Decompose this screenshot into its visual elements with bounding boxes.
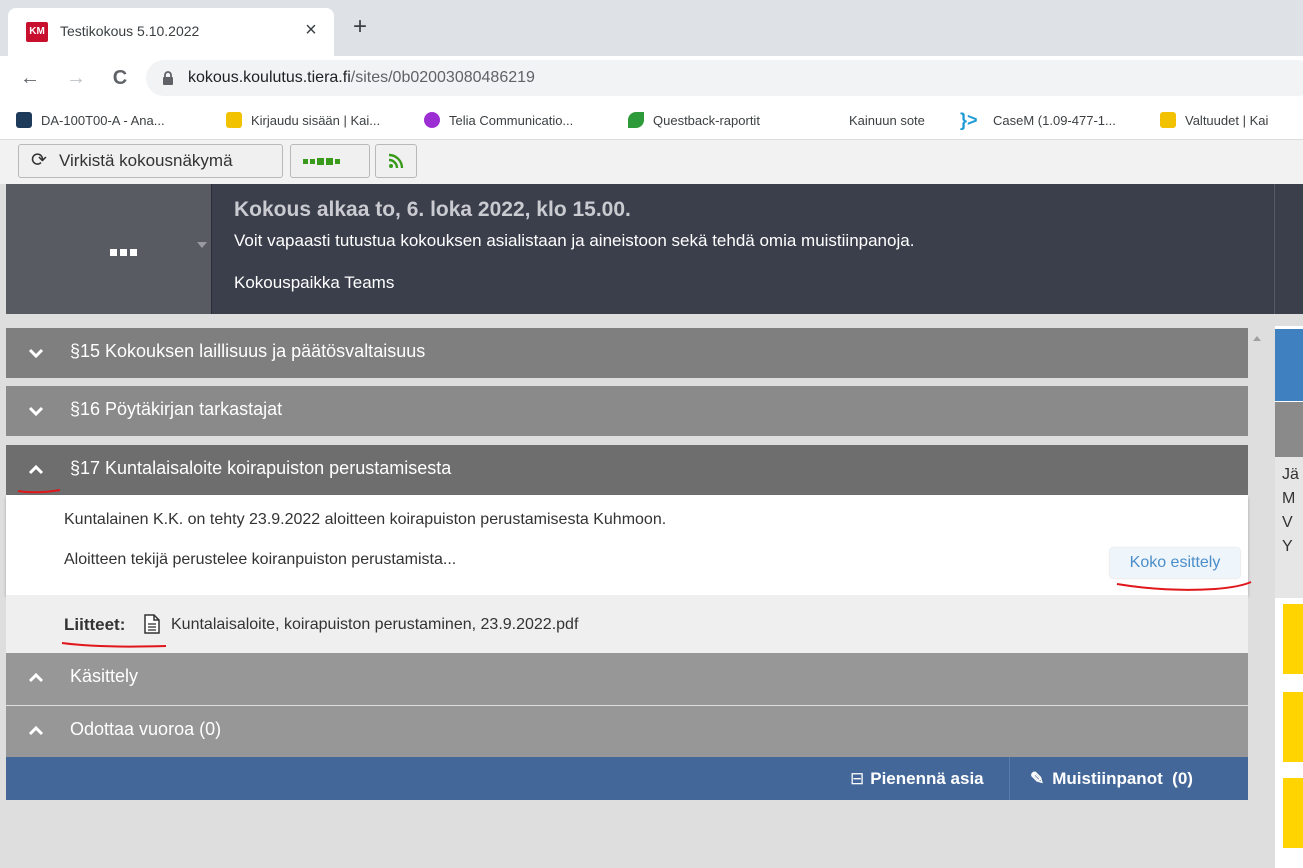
bookmark-item[interactable]: Telia Communicatio... xyxy=(424,110,573,130)
tablet-icon xyxy=(16,112,32,128)
minimize-item-button[interactable]: ⊟ Pienennä asia xyxy=(834,757,1009,800)
bookmark-label: Kirjaudu sisään | Kai... xyxy=(251,112,381,128)
side-panel-members: Jä M V Y xyxy=(1275,402,1303,598)
meeting-app: ⟳ Virkistä kokousnäkymä Kokous alkaa to,… xyxy=(0,140,1303,868)
status-card[interactable] xyxy=(1283,778,1303,848)
tab-title: Testikokous 5.10.2022 xyxy=(60,23,200,39)
agenda-item-17[interactable]: §17 Kuntalaisaloite koirapuiston perusta… xyxy=(6,445,1248,495)
rss-icon xyxy=(388,153,404,169)
minimize-label: Pienennä asia xyxy=(870,769,984,788)
browser-tabstrip: KM Testikokous 5.10.2022 × + xyxy=(0,0,1303,56)
app-toolbar: ⟳ Virkistä kokousnäkymä xyxy=(0,140,1303,184)
chevron-up-icon xyxy=(28,672,44,683)
lock-icon xyxy=(163,71,173,85)
browser-toolbar: ← → C kokous.koulutus.tiera.fi/sites/0b0… xyxy=(0,56,1303,100)
meeting-start-title: Kokous alkaa to, 6. loka 2022, klo 15.00… xyxy=(234,198,631,221)
agenda-item-title: §16 Pöytäkirjan tarkastajat xyxy=(70,399,283,419)
member-initial: Jä xyxy=(1282,466,1299,483)
notes-button[interactable]: ✎ Muistiinpanot (0) xyxy=(1009,757,1248,800)
section-title: Odottaa vuoroa (0) xyxy=(70,719,222,739)
scroll-up-arrow-icon[interactable] xyxy=(1253,336,1261,341)
side-panel-toolbar xyxy=(1275,402,1303,457)
attachment-link[interactable]: Kuntalaisaloite, koirapuiston perustamin… xyxy=(171,616,578,634)
crown-icon xyxy=(1160,112,1176,128)
bookmark-label: Valtuudet | Kai xyxy=(1185,112,1269,128)
caret-down-icon xyxy=(197,242,207,248)
notes-label: Muistiinpanot (0) xyxy=(1052,769,1193,788)
leaf-icon xyxy=(628,112,644,128)
bookmark-item[interactable]: }> CaseM (1.09-477-1... xyxy=(960,110,1116,130)
member-initial: M xyxy=(1282,490,1296,507)
back-icon[interactable]: ← xyxy=(16,64,44,92)
minimize-icon: ⊟ xyxy=(850,769,865,788)
refresh-meeting-view-button[interactable]: ⟳ Virkistä kokousnäkymä xyxy=(18,144,283,178)
address-bar[interactable]: kokous.koulutus.tiera.fi/sites/0b0200308… xyxy=(146,60,1303,96)
full-introduction-button[interactable]: Koko esittely xyxy=(1110,548,1240,578)
bookmark-item[interactable]: Valtuudet | Kai xyxy=(1160,110,1268,130)
status-card[interactable] xyxy=(1283,604,1303,674)
bookmark-label: DA-100T00-A - Ana... xyxy=(41,112,165,128)
chevron-up-icon xyxy=(28,464,44,475)
agenda-item-title: §17 Kuntalaisaloite koirapuiston perusta… xyxy=(70,458,452,478)
close-tab-icon[interactable]: × xyxy=(300,19,322,41)
agenda-item-title: §15 Kokouksen laillisuus ja päätösvaltai… xyxy=(70,341,426,361)
waiting-turn-section[interactable]: Odottaa vuoroa (0) xyxy=(6,706,1248,757)
meeting-place: Kokouspaikka Teams xyxy=(234,273,395,292)
rss-button[interactable] xyxy=(375,144,417,178)
member-initial: V xyxy=(1282,514,1293,531)
processing-section[interactable]: Käsittely xyxy=(6,653,1248,705)
meeting-menu-button[interactable] xyxy=(6,184,211,314)
bookmark-label: CaseM (1.09-477-1... xyxy=(993,112,1116,128)
site-favicon-icon: KM xyxy=(26,22,48,42)
telia-pebble-icon xyxy=(424,112,440,128)
edit-icon: ✎ xyxy=(1030,769,1045,788)
agenda-item-summary: Kuntalainen K.K. on tehty 23.9.2022 aloi… xyxy=(6,495,1248,595)
attachments-label: Liitteet: xyxy=(64,615,126,634)
member-initial: Y xyxy=(1282,538,1293,555)
url-host: kokous.koulutus.tiera.fi xyxy=(188,69,351,86)
chevron-down-icon xyxy=(28,406,44,417)
bookmark-item[interactable]: DA-100T00-A - Ana... xyxy=(16,110,165,130)
attachments-row: Liitteet: Kuntalaisaloite, koirapuiston … xyxy=(6,595,1248,653)
crown-icon xyxy=(226,112,242,128)
agenda-list: §15 Kokouksen laillisuus ja päätösvaltai… xyxy=(6,328,1248,800)
side-panel-header[interactable] xyxy=(1275,329,1303,401)
bookmark-item[interactable]: Questback-raportit xyxy=(628,110,760,130)
document-icon xyxy=(144,614,160,634)
refresh-label: Virkistä kokousnäkymä xyxy=(59,151,233,170)
connection-status-button[interactable] xyxy=(290,144,370,178)
browser-tab[interactable]: KM Testikokous 5.10.2022 × xyxy=(8,8,334,56)
agenda-item-16[interactable]: §16 Pöytäkirjan tarkastajat xyxy=(6,386,1248,436)
chevron-up-icon xyxy=(28,725,44,736)
refresh-icon: ⟳ xyxy=(31,150,47,171)
summary-paragraph: Kuntalainen K.K. on tehty 23.9.2022 aloi… xyxy=(64,511,667,528)
summary-paragraph: Aloitteen tekijä perustelee koiranpuisto… xyxy=(64,551,457,568)
bookmark-item[interactable]: Kainuun sote xyxy=(849,110,925,130)
divider xyxy=(211,184,212,314)
right-side-panel: Jä M V Y xyxy=(1275,326,1303,868)
bookmark-item[interactable]: Kirjaudu sisään | Kai... xyxy=(226,110,380,130)
status-card[interactable] xyxy=(1283,692,1303,762)
meeting-description: Voit vapaasti tutustua kokouksen asialis… xyxy=(234,231,915,250)
bookmarks-bar: DA-100T00-A - Ana... Kirjaudu sisään | K… xyxy=(0,100,1303,140)
new-tab-icon[interactable]: + xyxy=(348,15,372,40)
bookmark-label: Kainuun sote xyxy=(849,112,925,128)
chevron-down-icon xyxy=(28,348,44,359)
agenda-item-footer: ⊟ Pienennä asia ✎ Muistiinpanot (0) xyxy=(6,757,1248,800)
section-title: Käsittely xyxy=(70,666,139,686)
casem-bracket-icon: }> xyxy=(960,110,978,130)
forward-icon[interactable]: → xyxy=(62,64,90,92)
url-path: /sites/0b02003080486219 xyxy=(350,69,535,86)
meeting-header: Kokous alkaa to, 6. loka 2022, klo 15.00… xyxy=(6,184,1303,314)
bookmark-label: Questback-raportit xyxy=(653,112,760,128)
agenda-item-15[interactable]: §15 Kokouksen laillisuus ja päätösvaltai… xyxy=(6,328,1248,378)
reload-icon[interactable]: C xyxy=(106,64,134,92)
signal-strength-icon xyxy=(303,158,340,165)
more-dots-icon xyxy=(110,240,138,263)
divider xyxy=(1274,184,1275,314)
bookmark-label: Telia Communicatio... xyxy=(449,112,574,128)
url-text: kokous.koulutus.tiera.fi/sites/0b0200308… xyxy=(188,69,535,87)
